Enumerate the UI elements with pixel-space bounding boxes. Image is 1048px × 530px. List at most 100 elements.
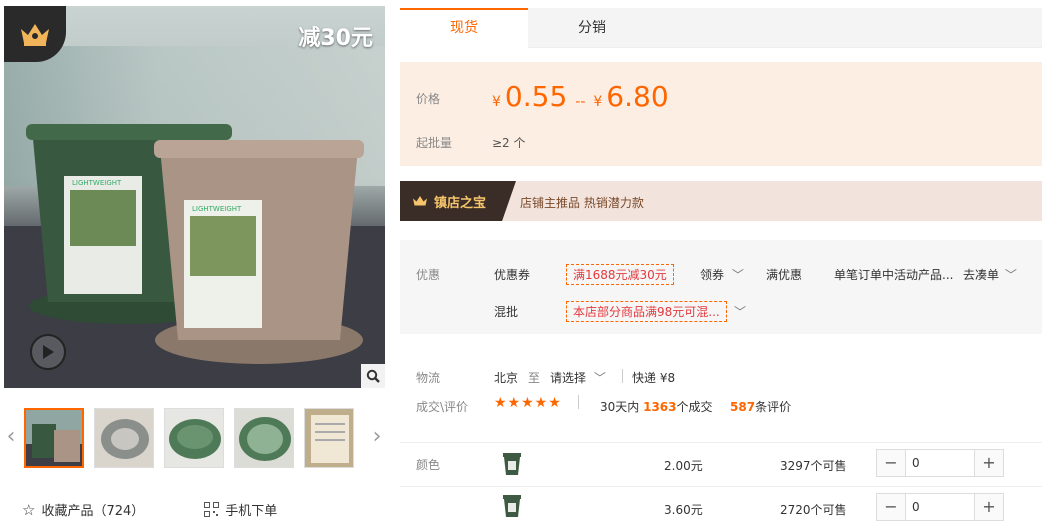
thumb-image-5 xyxy=(305,409,353,467)
go-add-order-link[interactable]: 去凑单 ﹀ xyxy=(963,266,1017,283)
pot-label-text-2: LIGHTWEIGHT xyxy=(192,205,242,213)
promo-overlay-text: 减30元 xyxy=(298,26,373,51)
thumb-image-1 xyxy=(26,410,82,466)
price-panel: 价格 ¥ 0.55 -- ¥ 6.80 起批量 ≥2 个 xyxy=(400,62,1042,166)
price-currency-2: ¥ xyxy=(593,94,603,110)
logistics-panel: 物流 北京 至 请选择 ﹀ 快递 ¥8 成交\评价 ★★★★★ 30天内 136… xyxy=(400,366,1042,426)
zoom-button[interactable] xyxy=(361,364,385,388)
sku-stock: 3297个可售 xyxy=(780,459,847,473)
quantity-stepper: − 0 + xyxy=(876,493,1004,521)
thumbnail-1[interactable] xyxy=(24,408,84,468)
play-icon xyxy=(43,345,54,359)
promotions-label: 优惠 xyxy=(416,268,441,282)
star-outline-icon: ☆ xyxy=(22,500,36,519)
thumb-next-arrow[interactable]: › xyxy=(370,424,384,449)
play-video-button[interactable] xyxy=(30,334,66,370)
ship-from: 北京 xyxy=(494,371,519,385)
min-order-value: ≥2 个 xyxy=(492,136,526,150)
destination-select[interactable]: 请选择 ﹀ xyxy=(550,369,606,386)
magnifier-icon xyxy=(366,369,380,383)
coupon-tag[interactable]: 满1688元减30元 xyxy=(566,264,674,285)
thumbnail-3[interactable] xyxy=(164,408,224,468)
price-min: 0.55 xyxy=(504,80,568,113)
main-product-image[interactable]: 减30元 LIGHTWEIGHT LIGHTWEIGHT xyxy=(4,6,385,388)
destination-placeholder: 请选择 xyxy=(550,371,587,385)
mix-batch-label: 混批 xyxy=(494,305,519,319)
reviews-count: 587 xyxy=(730,400,756,414)
pot-label-text: LIGHTWEIGHT xyxy=(72,179,122,187)
thumb-image-4 xyxy=(235,409,293,467)
sku-row: 2.00元 3297个可售 − 0 + xyxy=(400,442,1042,486)
deals-prefix: 30天内 xyxy=(600,400,640,414)
sku-table: 颜色 2.00元 3297个可售 − 0 + 3.60元 2720个可售 − 0… xyxy=(400,442,1042,526)
promotions-panel: 优惠 优惠券 满1688元减30元 领券 ﹀ 满优惠 单笔订单中活动产品... … xyxy=(400,240,1042,334)
min-order-label: 起批量 xyxy=(416,136,453,150)
increase-button[interactable]: + xyxy=(975,450,1003,476)
quantity-stepper: − 0 + xyxy=(876,449,1004,477)
divider xyxy=(622,369,623,383)
price-range: ¥ 0.55 -- ¥ 6.80 xyxy=(492,80,669,113)
sku-thumbnail-1[interactable] xyxy=(500,451,524,479)
sku-row: 3.60元 2720个可售 − 0 + xyxy=(400,486,1042,530)
deals-reviews-label: 成交\评价 xyxy=(416,400,469,414)
shop-treasure-badge: 镇店之宝 xyxy=(400,181,516,221)
crown-badge xyxy=(4,6,66,62)
claim-coupon-link[interactable]: 领券 ﹀ xyxy=(700,266,744,283)
price-label: 价格 xyxy=(416,92,441,106)
mobile-order-link[interactable]: 手机下单 xyxy=(204,500,277,519)
thumbnail-strip: ‹ › xyxy=(4,404,385,472)
qr-code-icon xyxy=(204,502,220,517)
shop-treasure-bar: 镇店之宝 店铺主推品 热销潜力款 xyxy=(400,181,1042,221)
claim-label: 领券 xyxy=(700,268,725,282)
coupon-label: 优惠券 xyxy=(494,268,531,282)
shop-recommend-text: 店铺主推品 热销潜力款 xyxy=(520,196,644,210)
chevron-down-icon: ﹀ xyxy=(731,268,744,282)
favorite-product-link[interactable]: ☆ 收藏产品（724） xyxy=(22,500,145,520)
sku-price: 3.60元 xyxy=(664,503,703,517)
purchase-tabs: 现货 分销 xyxy=(400,8,1042,48)
price-max: 6.80 xyxy=(606,80,669,113)
decrease-button[interactable]: − xyxy=(877,450,905,476)
tab-in-stock[interactable]: 现货 xyxy=(400,8,528,48)
deals-summary: 30天内 1363个成交 xyxy=(600,398,713,415)
deals-suffix: 个成交 xyxy=(676,400,713,414)
thumbnail-5[interactable] xyxy=(304,408,354,468)
bottom-links: ☆ 收藏产品（724） 手机下单 xyxy=(22,500,277,520)
sku-stock: 2720个可售 xyxy=(780,503,847,517)
decrease-button[interactable]: − xyxy=(877,494,905,520)
chevron-down-icon-3: ﹀ xyxy=(593,371,606,385)
chevron-down-icon-2: ﹀ xyxy=(1004,268,1017,282)
full-discount-label: 满优惠 xyxy=(766,268,803,282)
divider-2 xyxy=(578,395,579,409)
rating-stars: ★★★★★ xyxy=(494,395,562,411)
quantity-input[interactable]: 0 xyxy=(905,494,975,520)
ship-to-word: 至 xyxy=(528,371,541,385)
mix-batch-tag[interactable]: 本店部分商品满98元可混... xyxy=(566,301,727,322)
thumbnail-2[interactable] xyxy=(94,408,154,468)
thumb-image-2 xyxy=(95,409,153,467)
mobile-order-label: 手机下单 xyxy=(225,504,278,519)
thumb-image-3 xyxy=(165,409,223,467)
thumb-prev-arrow[interactable]: ‹ xyxy=(4,424,18,449)
price-currency: ¥ xyxy=(492,94,501,110)
sku-thumbnail-2[interactable] xyxy=(500,493,524,521)
deals-count: 1363 xyxy=(643,400,677,414)
logistics-label: 物流 xyxy=(416,371,441,385)
crown-icon-small xyxy=(413,196,427,206)
price-separator: -- xyxy=(575,94,586,110)
go-add-label: 去凑单 xyxy=(963,268,1000,282)
full-discount-text: 单笔订单中活动产品... xyxy=(834,268,954,282)
reviews-suffix: 条评价 xyxy=(755,400,792,414)
quantity-input[interactable]: 0 xyxy=(905,450,975,476)
favorite-label: 收藏产品（724） xyxy=(41,504,145,519)
express-fee: 快递 ¥8 xyxy=(632,371,676,385)
shop-treasure-label: 镇店之宝 xyxy=(434,195,487,211)
sku-price: 2.00元 xyxy=(664,459,703,473)
thumbnail-4[interactable] xyxy=(234,408,294,468)
brown-flower-pot: LIGHTWEIGHT xyxy=(154,140,364,364)
increase-button[interactable]: + xyxy=(975,494,1003,520)
reviews-summary[interactable]: 587条评价 xyxy=(730,398,791,415)
tab-distribution[interactable]: 分销 xyxy=(528,8,656,48)
crown-icon xyxy=(21,24,49,46)
mix-chevron-down-icon[interactable]: ﹀ xyxy=(734,303,746,320)
